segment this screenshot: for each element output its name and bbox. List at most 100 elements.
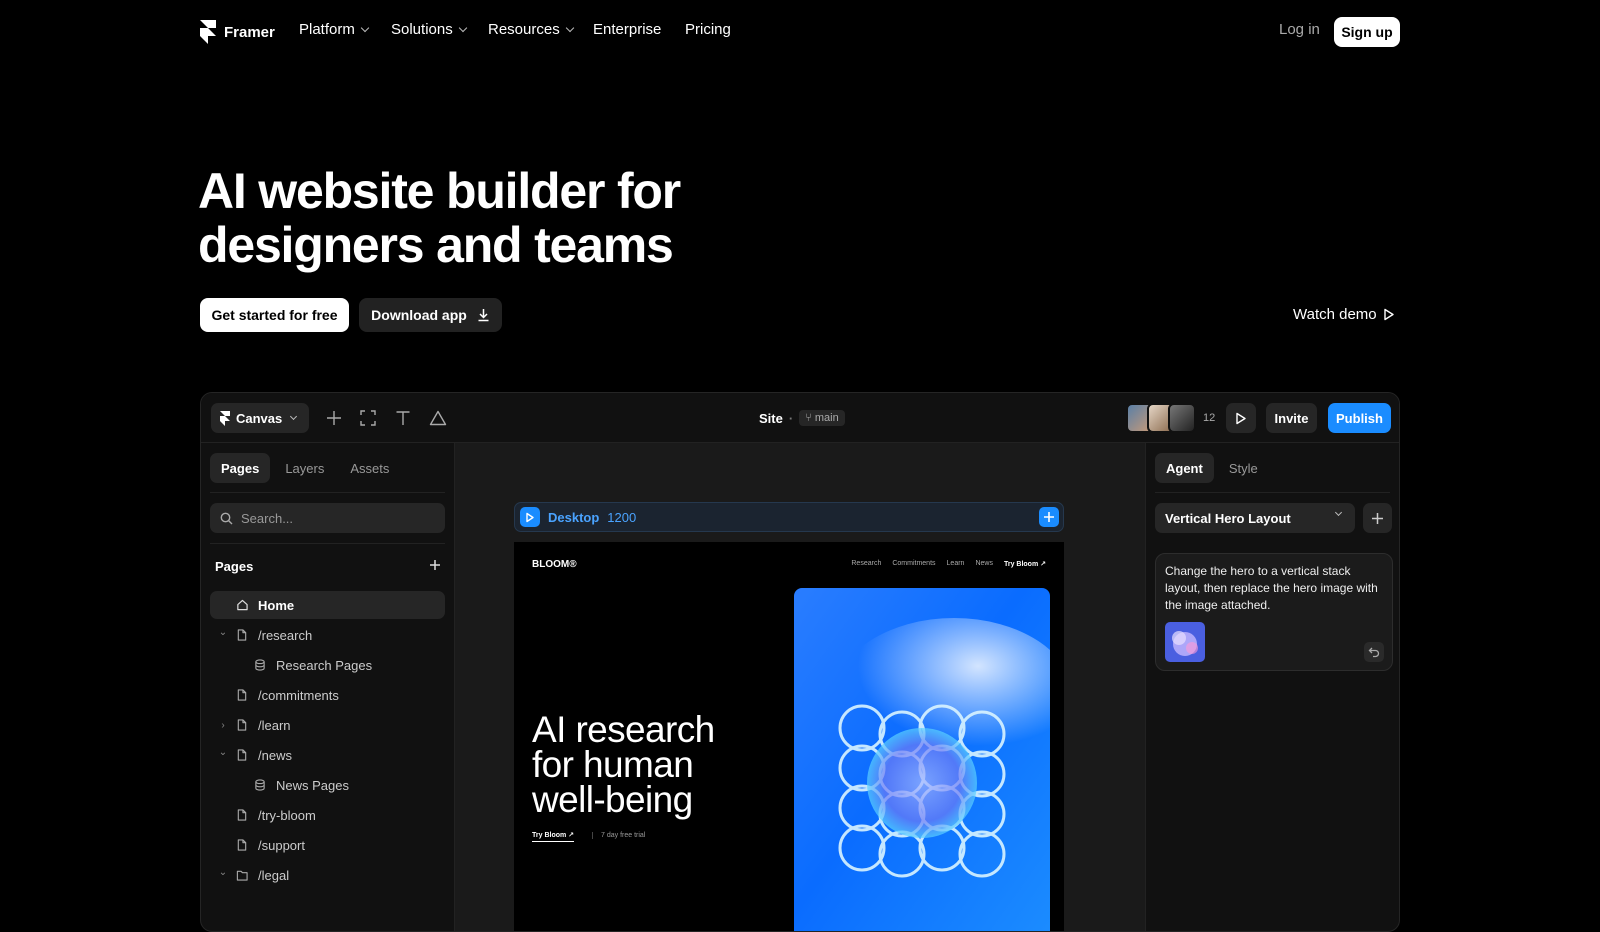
add-page-button[interactable] xyxy=(429,555,441,576)
triangle-icon xyxy=(429,410,447,426)
signup-button[interactable]: Sign up xyxy=(1334,17,1400,47)
canvas-area[interactable]: Desktop 1200 BLOOM® Research Commitments… xyxy=(455,443,1145,931)
preview-nav-cta[interactable]: Try Bloom ↗ xyxy=(1004,560,1046,568)
text-tool[interactable] xyxy=(393,408,413,428)
hero-title-line1: AI website builder for xyxy=(198,163,681,219)
preview-nav-research[interactable]: Research xyxy=(851,560,881,568)
frame-tool[interactable] xyxy=(358,408,378,428)
preview-hero-image xyxy=(794,588,1050,931)
vector-tool[interactable] xyxy=(428,408,448,428)
sidebar-item-label: /try-bloom xyxy=(258,807,316,823)
sidebar-item-page[interactable]: Home xyxy=(210,591,445,619)
separator-dot: · xyxy=(788,410,794,426)
tab-assets[interactable]: Assets xyxy=(339,453,400,483)
preview-hero-line1: AI research xyxy=(532,709,715,750)
preview-try-link[interactable]: Try Bloom ↗ xyxy=(532,831,575,842)
nav-resources[interactable]: Resources xyxy=(488,21,574,38)
nav-platform-label: Platform xyxy=(299,21,355,38)
chevron-down-icon xyxy=(565,23,574,32)
chevron-down-icon[interactable]: ⌄ xyxy=(210,747,236,758)
nav-pricing-label: Pricing xyxy=(685,21,731,38)
top-navigation: Framer Platform Solutions Resources Ente… xyxy=(0,0,1600,64)
chevron-right-icon[interactable]: › xyxy=(210,720,236,731)
publish-button[interactable]: Publish xyxy=(1328,403,1391,433)
tab-agent[interactable]: Agent xyxy=(1155,453,1214,483)
get-started-button[interactable]: Get started for free xyxy=(200,298,349,332)
preview-hero-title: AI research for human well-being xyxy=(532,709,715,818)
sidebar-item-page[interactable]: /commitments xyxy=(210,681,445,709)
nav-pricing[interactable]: Pricing xyxy=(685,21,731,38)
sidebar-item-label: News Pages xyxy=(276,777,349,793)
layout-select[interactable]: Vertical Hero Layout xyxy=(1155,503,1355,533)
add-breakpoint-button[interactable] xyxy=(1039,507,1059,527)
attached-image-thumbnail[interactable] xyxy=(1165,622,1205,662)
play-icon xyxy=(1236,412,1246,424)
framer-app-window: Canvas Site · ⑂ main 12 Invite Publish P… xyxy=(200,392,1400,932)
sidebar-item-page[interactable]: ⌄ /research xyxy=(210,621,445,649)
sidebar-item-label: /legal xyxy=(258,867,290,883)
preview-nav-learn[interactable]: Learn xyxy=(947,560,965,568)
insert-tool[interactable] xyxy=(324,408,344,428)
download-icon xyxy=(478,309,489,322)
chevron-down-icon[interactable]: ⌄ xyxy=(210,867,236,878)
nav-enterprise-label: Enterprise xyxy=(593,21,662,38)
login-link[interactable]: Log in xyxy=(1279,21,1320,38)
plus-icon xyxy=(1044,512,1054,522)
watch-demo-label: Watch demo xyxy=(1293,306,1377,323)
invite-button[interactable]: Invite xyxy=(1266,403,1317,433)
sidebar-item-label: Home xyxy=(258,597,295,613)
play-icon xyxy=(520,507,540,527)
site-preview-frame[interactable]: BLOOM® Research Commitments Learn News T… xyxy=(514,542,1064,931)
chevron-down-icon[interactable]: ⌄ xyxy=(210,627,236,638)
sidebar-item-page[interactable]: /support xyxy=(210,831,445,859)
play-icon xyxy=(1383,308,1394,321)
framer-logo-icon xyxy=(220,410,230,426)
breakpoint-width: 1200 xyxy=(607,509,637,525)
nav-solutions[interactable]: Solutions xyxy=(391,21,467,38)
tab-pages[interactable]: Pages xyxy=(210,453,271,483)
sidebar-item-page[interactable]: /try-bloom xyxy=(210,801,445,829)
sidebar-item-page[interactable]: ⌄ /news xyxy=(210,741,445,769)
database-icon xyxy=(254,658,266,672)
site-switcher[interactable]: Site · ⑂ main xyxy=(759,410,845,426)
preview-nav-commitments[interactable]: Commitments xyxy=(892,560,935,568)
undo-button[interactable] xyxy=(1364,642,1384,662)
nav-platform[interactable]: Platform xyxy=(299,21,370,38)
left-panel-tabs: Pages Layers Assets xyxy=(210,453,400,483)
download-app-button[interactable]: Download app xyxy=(359,298,502,332)
hero-title: AI website builder for designers and tea… xyxy=(198,164,838,272)
page-icon xyxy=(236,628,248,642)
search-input[interactable]: Search... xyxy=(210,503,445,533)
sidebar-item-page[interactable]: ⌄ /legal xyxy=(210,861,445,889)
download-app-label: Download app xyxy=(371,307,467,323)
undo-icon xyxy=(1368,647,1380,658)
tab-style[interactable]: Style xyxy=(1218,453,1269,483)
database-icon xyxy=(254,778,266,792)
brand-name: Framer xyxy=(224,23,275,41)
sidebar-item-page[interactable]: Research Pages xyxy=(210,651,445,679)
watch-demo-link[interactable]: Watch demo xyxy=(1293,306,1395,323)
sidebar-item-page[interactable]: News Pages xyxy=(210,771,445,799)
layout-select-value: Vertical Hero Layout xyxy=(1165,510,1291,526)
sidebar-item-page[interactable]: › /learn xyxy=(210,711,445,739)
nav-enterprise[interactable]: Enterprise xyxy=(593,21,661,38)
right-panel-tabs: Agent Style xyxy=(1155,453,1269,483)
collaborators[interactable]: 12 xyxy=(1126,403,1215,433)
new-layout-button[interactable] xyxy=(1363,503,1392,533)
framer-logo-icon xyxy=(200,20,216,44)
tab-layers[interactable]: Layers xyxy=(274,453,335,483)
brand-logo[interactable]: Framer xyxy=(200,20,275,44)
sidebar-item-label: /learn xyxy=(258,717,291,733)
breakpoint-bar[interactable]: Desktop 1200 xyxy=(514,502,1064,532)
text-icon xyxy=(396,411,410,425)
sidebar-item-label: /research xyxy=(258,627,313,643)
preview-button[interactable] xyxy=(1226,403,1256,433)
agent-message-text: Change the hero to a vertical stack layo… xyxy=(1165,564,1378,612)
branch-badge[interactable]: ⑂ main xyxy=(799,410,845,426)
preview-nav-news[interactable]: News xyxy=(975,560,993,568)
chevron-down-icon xyxy=(458,23,467,32)
agent-message: Change the hero to a vertical stack layo… xyxy=(1155,553,1393,671)
canvas-menu-button[interactable]: Canvas xyxy=(211,403,309,433)
folder-icon xyxy=(236,868,248,882)
preview-logo: BLOOM® xyxy=(532,559,577,570)
